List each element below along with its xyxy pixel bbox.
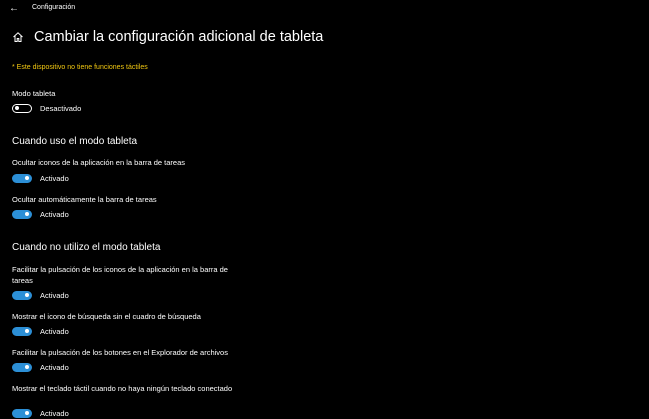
easier-explorer-buttons-toggle[interactable] bbox=[12, 362, 32, 372]
toggle-knob bbox=[15, 106, 19, 110]
toggle-knob bbox=[25, 176, 29, 180]
tablet-mode-toggle[interactable] bbox=[12, 103, 32, 113]
setting-label: Facilitar la pulsación de los iconos de … bbox=[12, 265, 228, 285]
toggle-knob bbox=[25, 411, 29, 415]
touch-warning: * Este dispositivo no tiene funciones tá… bbox=[12, 64, 148, 71]
setting-label: Facilitar la pulsación de los botones en… bbox=[12, 348, 228, 357]
toggle-knob bbox=[25, 212, 29, 216]
toggle-knob bbox=[25, 329, 29, 333]
setting-toggle-row: Activado bbox=[12, 208, 69, 220]
toggle-state: Activado bbox=[40, 209, 69, 219]
toggle-state: Desactivado bbox=[40, 103, 82, 113]
setting-toggle-row: Activado bbox=[12, 172, 69, 184]
setting-toggle-row: Activado bbox=[12, 325, 69, 337]
page-header: Cambiar la configuración adicional de ta… bbox=[12, 27, 323, 47]
tablet-mode-label: Modo tableta bbox=[12, 89, 56, 98]
setting-label: Ocultar iconos de la aplicación en la ba… bbox=[12, 158, 186, 167]
setting-toggle-row: Activado bbox=[12, 407, 69, 419]
setting-toggle-row: Activado bbox=[12, 361, 69, 373]
autohide-taskbar-toggle[interactable] bbox=[12, 209, 32, 219]
touch-keyboard-toggle[interactable] bbox=[12, 408, 32, 418]
setting-label: Mostrar el teclado táctil cuando no haya… bbox=[12, 384, 233, 393]
setting-toggle-row: Activado bbox=[12, 289, 69, 301]
toggle-state: Activado bbox=[40, 326, 69, 336]
toggle-knob bbox=[25, 365, 29, 369]
title-bar: ← Configuración bbox=[0, 0, 649, 18]
toggle-state: Activado bbox=[40, 408, 69, 418]
tablet-mode-toggle-row: Desactivado bbox=[12, 102, 81, 114]
setting-label: Ocultar automáticamente la barra de tare… bbox=[12, 195, 157, 204]
hide-app-icons-toggle[interactable] bbox=[12, 173, 32, 183]
page-title: Cambiar la configuración adicional de ta… bbox=[34, 29, 324, 45]
section-title-not-using: Cuando no utilizo el modo tableta bbox=[12, 242, 161, 253]
back-button[interactable]: ← bbox=[8, 3, 20, 15]
toggle-state: Activado bbox=[40, 362, 69, 372]
easier-taskbar-icons-toggle[interactable] bbox=[12, 290, 32, 300]
toggle-state: Activado bbox=[40, 290, 69, 300]
toggle-state: Activado bbox=[40, 173, 69, 183]
section-title-using: Cuando uso el modo tableta bbox=[12, 136, 138, 147]
app-title: Configuración bbox=[32, 4, 76, 11]
search-icon-toggle[interactable] bbox=[12, 326, 32, 336]
home-icon[interactable] bbox=[12, 31, 24, 43]
toggle-knob bbox=[25, 293, 29, 297]
setting-label: Mostrar el icono de búsqueda sin el cuad… bbox=[12, 312, 201, 321]
